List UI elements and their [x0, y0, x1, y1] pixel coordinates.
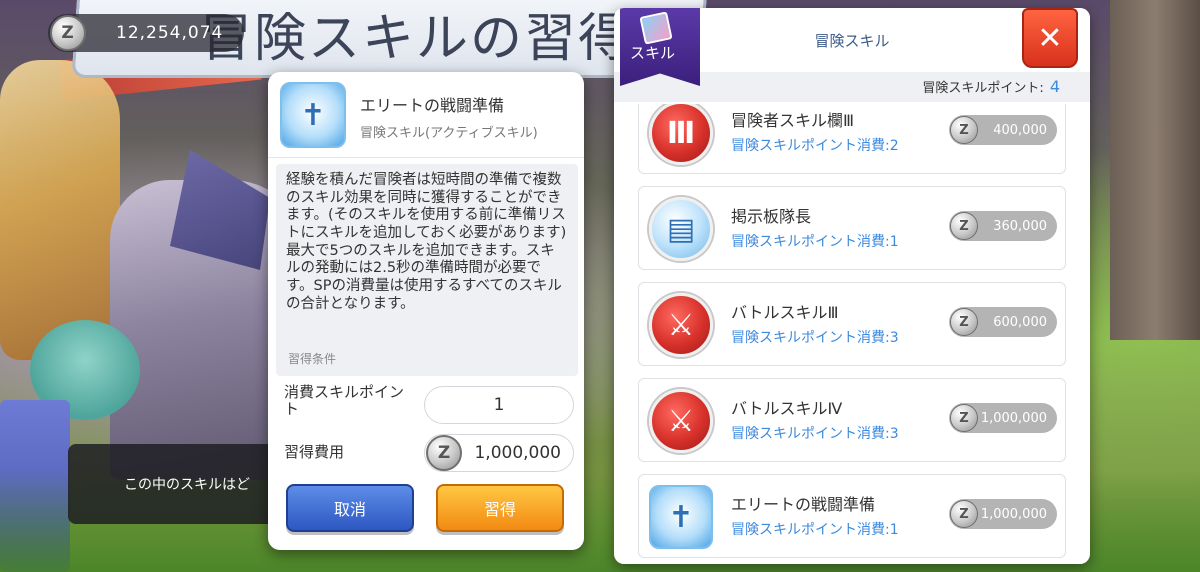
- skill-glyph: Ⅲ: [666, 115, 696, 151]
- skill-row[interactable]: Ⅲ 冒険者スキル欄Ⅲ 冒険スキルポイント消費:2 Z 400,000: [638, 104, 1066, 174]
- skill-point-label: 消費スキルポイント: [284, 383, 405, 419]
- skill-point-cost: 冒険スキルポイント消費:1: [731, 522, 899, 538]
- page-title: 冒険スキルの習得: [200, 9, 633, 69]
- zeny-cost: Z 360,000: [949, 211, 1057, 241]
- zeny-cost-value: 360,000: [993, 218, 1047, 234]
- skill-point-cost: 冒険スキルポイント消費:3: [731, 330, 899, 346]
- cancel-button[interactable]: 取消: [286, 484, 414, 532]
- skill-row[interactable]: ⚔ バトルスキルⅣ 冒険スキルポイント消費:3 Z 1,000,000: [638, 378, 1066, 462]
- zeny-coin-icon: Z: [426, 435, 462, 471]
- skill-points-label: 冒険スキルポイント:: [922, 81, 1044, 96]
- skill-point-value: 1: [493, 395, 505, 415]
- battle-swords-icon: ⚔: [649, 293, 713, 357]
- skill-badge-label: スキル: [630, 44, 676, 62]
- zeny-coin-icon: Z: [950, 212, 978, 240]
- skill-glyph: ⚔: [667, 403, 695, 439]
- zeny-cost-value: 600,000: [993, 314, 1047, 330]
- zeny-cost: Z 1,000,000: [949, 499, 1057, 529]
- zeny-cost: Z 1,000,000: [949, 403, 1057, 433]
- skill-point-cost: 冒険スキルポイント消費:3: [731, 426, 899, 442]
- conditions-label: 習得条件: [288, 352, 337, 366]
- cost-label: 習得費用: [284, 443, 345, 461]
- skill-points-value: 4: [1049, 77, 1060, 96]
- skill-name: 掲示板隊長: [731, 207, 812, 226]
- skill-list[interactable]: Ⅲ 冒険者スキル欄Ⅲ 冒険スキルポイント消費:2 Z 400,000 ▤ 掲示板隊…: [614, 104, 1090, 564]
- cost-value: 1,000,000: [474, 443, 561, 463]
- zeny-amount: 12,254,074: [116, 23, 224, 43]
- hint-bar: この中のスキルはど: [68, 444, 288, 524]
- hint-text: この中のスキルはど: [124, 477, 250, 493]
- detail-header: ✝ エリートの戦闘準備 冒険スキル(アクティブスキル): [268, 72, 584, 158]
- skill-row-selected[interactable]: ✝ エリートの戦闘準備 冒険スキルポイント消費:1 Z 1,000,000: [638, 474, 1066, 558]
- skill-point-field: 1: [424, 386, 574, 424]
- skill-detail-popup: ✝ エリートの戦闘準備 冒険スキル(アクティブスキル) 経験を積んだ冒険者は短時…: [268, 72, 584, 550]
- cost-field: Z 1,000,000: [424, 434, 574, 472]
- crossed-swords-iii-icon: Ⅲ: [649, 104, 713, 165]
- bulletin-board-icon: ▤: [649, 197, 713, 261]
- elite-prep-glyph: ✝: [300, 97, 326, 133]
- elite-prep-icon: ✝: [280, 82, 346, 148]
- detail-skill-name: エリートの戦闘準備: [360, 96, 505, 115]
- skill-description: 経験を積んだ冒険者は短時間の準備で複数のスキル効果を同時に獲得することができます…: [286, 172, 567, 312]
- skill-glyph: ✝: [668, 499, 694, 535]
- zeny-cost-value: 1,000,000: [980, 506, 1047, 522]
- background-bird-character: [0, 60, 120, 360]
- zeny-cost: Z 600,000: [949, 307, 1057, 337]
- description-box: 経験を積んだ冒険者は短時間の準備で複数のスキル効果を同時に獲得することができます…: [276, 164, 578, 376]
- detail-skill-type: 冒険スキル(アクティブスキル): [360, 126, 538, 141]
- zeny-coin-icon: Z: [950, 500, 978, 528]
- skill-card-icon: [639, 11, 673, 45]
- skill-row[interactable]: ⚔ バトルスキルⅢ 冒険スキルポイント消費:3 Z 600,000: [638, 282, 1066, 366]
- skill-name: 冒険者スキル欄Ⅲ: [731, 111, 855, 130]
- battle-swords-iv-icon: ⚔: [649, 389, 713, 453]
- skill-point-cost: 冒険スキルポイント消費:1: [731, 234, 899, 250]
- zeny-coin-icon: Z: [950, 308, 978, 336]
- elite-prep-icon: ✝: [649, 485, 713, 549]
- skill-row[interactable]: ▤ 掲示板隊長 冒険スキルポイント消費:1 Z 360,000: [638, 186, 1066, 270]
- skill-name: エリートの戦闘準備: [731, 495, 876, 514]
- close-button[interactable]: ✕: [1022, 8, 1078, 68]
- skill-name: バトルスキルⅢ: [731, 303, 839, 322]
- learn-button[interactable]: 習得: [436, 484, 564, 532]
- zeny-coin-icon: Z: [950, 404, 978, 432]
- zeny-cost-value: 400,000: [993, 122, 1047, 138]
- zeny-coin-icon: Z: [50, 15, 86, 51]
- background-pillar: [1110, 0, 1200, 340]
- zeny-coin-icon: Z: [950, 116, 978, 144]
- skill-list-panel: 冒険スキル 冒険スキルポイント: 4 Ⅲ 冒険者スキル欄Ⅲ 冒険スキルポイント消費…: [614, 8, 1090, 564]
- skill-glyph: ⚔: [667, 307, 695, 343]
- close-icon: ✕: [1037, 20, 1063, 56]
- zeny-balance: Z 12,254,074: [48, 14, 244, 52]
- skill-point-cost: 冒険スキルポイント消費:2: [731, 138, 899, 154]
- zeny-cost-value: 1,000,000: [980, 410, 1047, 426]
- skill-glyph: ▤: [666, 211, 696, 247]
- zeny-cost: Z 400,000: [949, 115, 1057, 145]
- skill-name: バトルスキルⅣ: [731, 399, 843, 418]
